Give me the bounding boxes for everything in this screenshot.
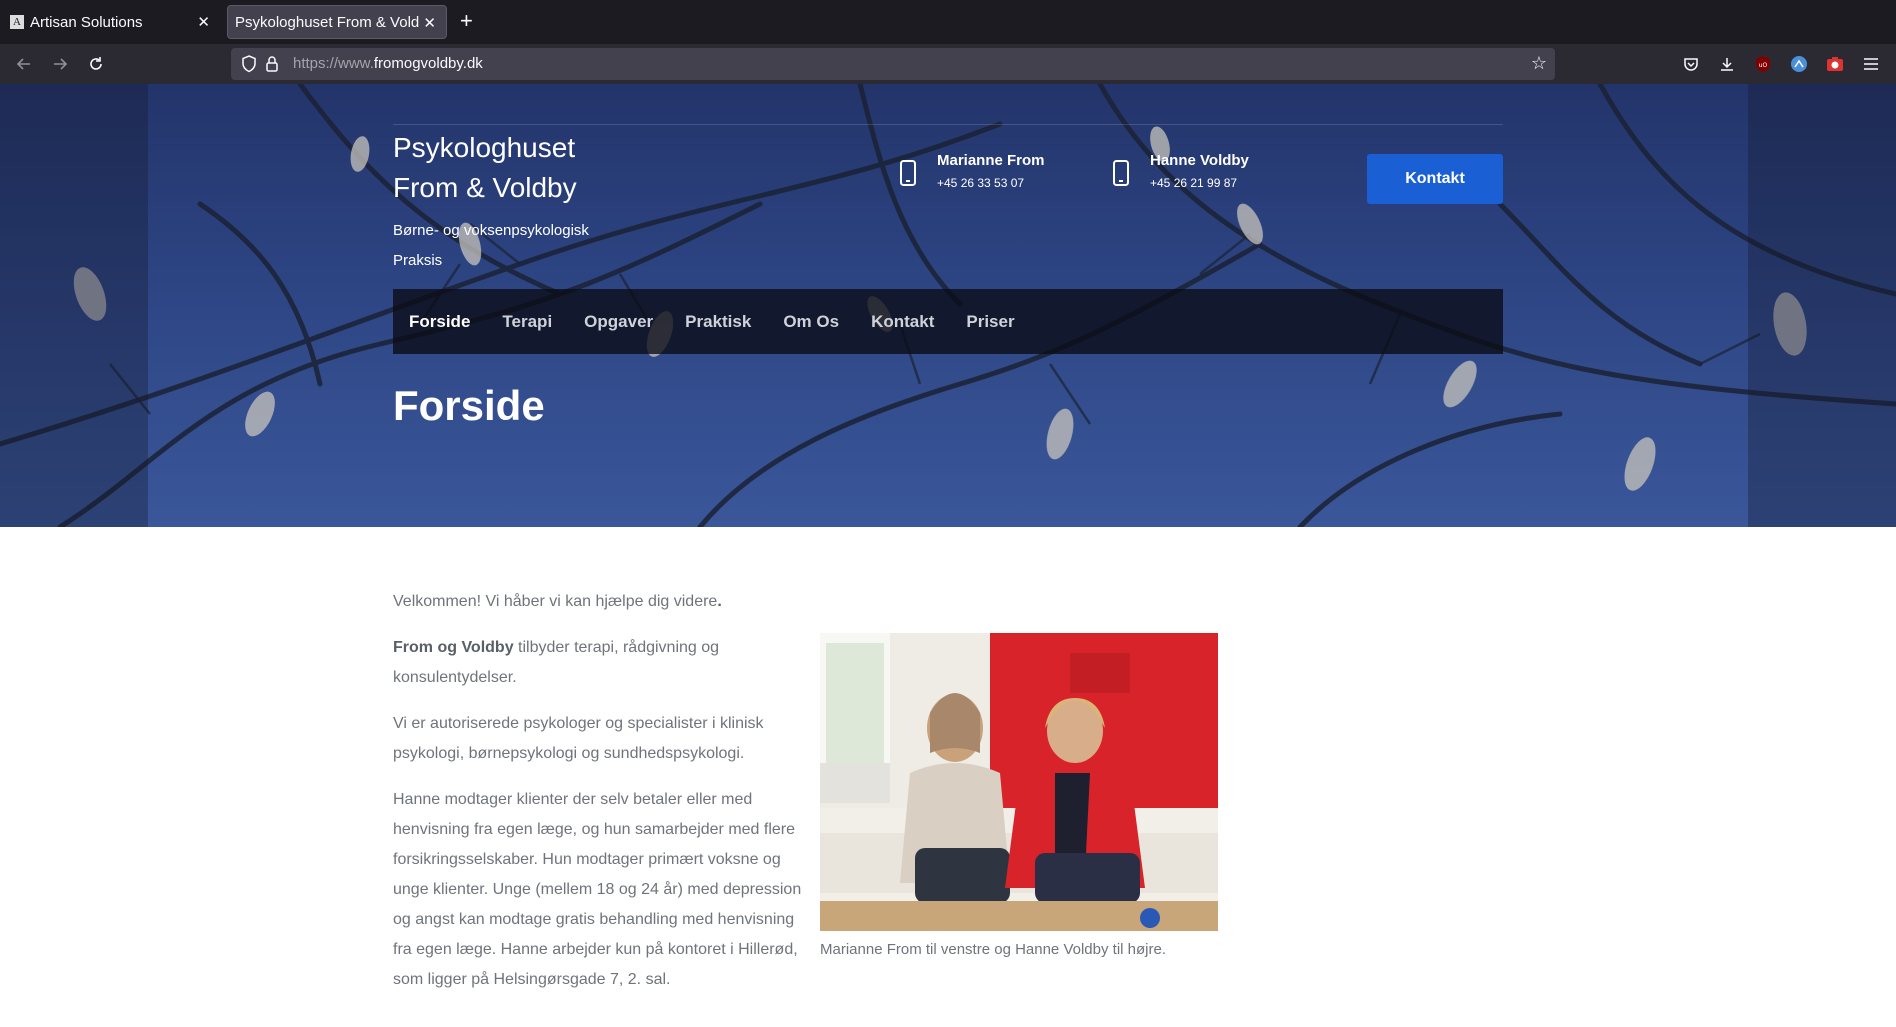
intro-punct: . [717,593,722,610]
close-icon[interactable]: ✕ [423,14,436,32]
svg-text:uO: uO [1759,62,1768,69]
hero-side-shade-right [1748,84,1896,527]
back-arrow-icon[interactable] [12,52,36,76]
tab-favicon: A [10,15,24,29]
lock-icon[interactable] [265,55,279,77]
browser-tab-bar: A Artisan Solutions ✕ Psykologhuset From… [0,0,1896,44]
nav-item-priser[interactable]: Priser [966,312,1014,332]
kontakt-button[interactable]: Kontakt [1367,154,1503,204]
extension-globe-icon[interactable] [1789,54,1809,74]
download-icon[interactable] [1717,54,1737,74]
mobile-phone-icon [900,160,916,190]
screenshot-icon[interactable] [1825,54,1845,74]
offer-paragraph: From og Voldby tilbyder terapi, rådgivni… [393,633,803,693]
credentials-paragraph: Vi er autoriserede psykologer og special… [393,709,803,769]
nav-item-forside[interactable]: Forside [409,312,470,332]
url-domain: fromogvoldby.dk [373,55,483,72]
main-navigation: Forside Terapi Opgaver Praktisk Om Os Ko… [393,289,1503,354]
url-prefix: https://www. [293,55,374,72]
bookmark-star-icon[interactable]: ☆ [1531,53,1547,74]
company-name-bold: From og Voldby [393,639,514,656]
forward-arrow-icon[interactable] [48,52,72,76]
new-tab-icon[interactable]: + [460,9,473,33]
browser-tab-psykologhuset[interactable]: Psykologhuset From & Voldby ✕ [227,5,447,39]
browser-tab-artisan[interactable]: A Artisan Solutions ✕ [0,5,220,39]
nav-item-opgaver[interactable]: Opgaver [584,312,653,332]
tab-title: Psykologhuset From & Voldby [235,13,420,31]
hero-side-shade-left [0,84,148,527]
mobile-phone-icon [1113,160,1129,190]
nav-item-om-os[interactable]: Om Os [783,312,839,332]
site-brand-line2[interactable]: From & Voldby [393,168,577,208]
tab-title: Artisan Solutions [30,13,143,31]
psychologists-photo [820,633,1218,931]
site-brand-line1[interactable]: Psykologhuset [393,128,575,168]
intro-text: Velkommen! Vi håber vi kan hjælpe dig vi… [393,593,718,610]
intro-paragraph: Velkommen! Vi håber vi kan hjælpe dig vi… [393,587,803,617]
page-title: Forside [393,382,545,429]
url-text[interactable]: https://www.fromogvoldby.dk [293,55,483,72]
contact-phone[interactable]: +45 26 21 99 87 [1150,176,1237,190]
contact-phone[interactable]: +45 26 33 53 07 [937,176,1024,190]
nav-item-praktisk[interactable]: Praktisk [685,312,751,332]
site-tagline: Børne- og voksenpsykologisk Praksis [393,222,589,269]
credentials-text: Vi er autoriserede psykologer og special… [393,715,764,762]
hamburger-menu-icon[interactable] [1861,54,1881,74]
url-bar[interactable]: https://www.fromogvoldby.dk ☆ [231,48,1555,80]
header-divider [393,124,1503,125]
shield-icon[interactable] [241,55,257,77]
reload-icon[interactable] [84,52,108,76]
photo-caption: Marianne From til venstre og Hanne Voldb… [820,941,1166,958]
pocket-icon[interactable] [1681,54,1701,74]
nav-item-kontakt[interactable]: Kontakt [871,312,934,332]
hero-header: Psykologhuset From & Voldby Børne- og vo… [0,84,1896,527]
main-content: Velkommen! Vi håber vi kan hjælpe dig vi… [0,527,1896,1027]
browser-toolbar: https://www.fromogvoldby.dk ☆ uO [0,44,1896,84]
ublock-icon[interactable]: uO [1753,54,1773,74]
contact-name: Hanne Voldby [1150,152,1249,169]
close-icon[interactable]: ✕ [197,13,210,31]
hanne-text: Hanne modtager klienter der selv betaler… [393,791,802,988]
nav-item-terapi[interactable]: Terapi [502,312,552,332]
hanne-paragraph: Hanne modtager klienter der selv betaler… [393,785,803,995]
contact-name: Marianne From [937,152,1045,169]
